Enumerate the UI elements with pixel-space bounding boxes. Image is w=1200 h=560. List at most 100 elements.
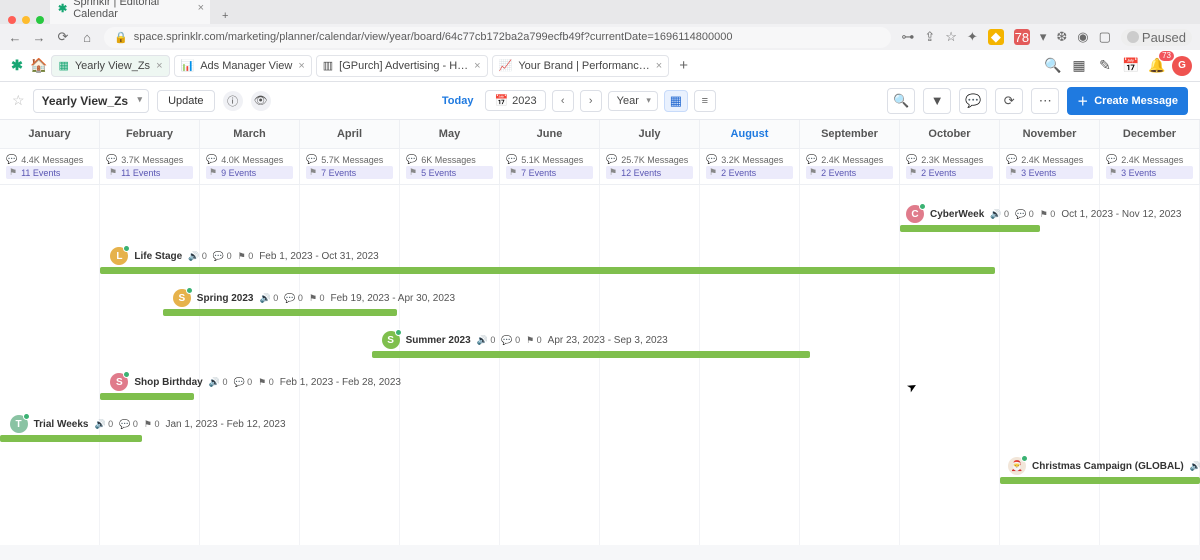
close-icon[interactable]: × <box>198 2 204 14</box>
campaign-name: Shop Birthday <box>134 377 202 388</box>
month-header[interactable]: July <box>600 120 700 149</box>
month-stat-cell: 💬4.4K Messages⚑11 Events <box>0 149 100 185</box>
update-button[interactable]: Update <box>157 90 214 112</box>
today-button[interactable]: Today <box>442 95 474 107</box>
window-max-dot[interactable] <box>36 16 44 24</box>
close-icon[interactable]: × <box>656 60 662 72</box>
month-header[interactable]: November <box>1000 120 1100 149</box>
campaign-meta: 🔊 0💬 0⚑ 0 <box>94 419 159 430</box>
app-tab-ads-manager[interactable]: 📊 Ads Manager View × <box>174 55 312 77</box>
calendar-icon[interactable]: 📅 <box>1120 55 1142 77</box>
month-header[interactable]: August <box>700 120 800 149</box>
campaign-dates: Oct 1, 2023 - Nov 12, 2023 <box>1061 209 1181 220</box>
filter-icon[interactable]: ▼ <box>923 88 951 114</box>
avatar[interactable]: G <box>1172 56 1192 76</box>
app-tab-yearly-view[interactable]: ▦ Yearly View_Zs × <box>51 55 169 77</box>
search-icon[interactable]: 🔍 <box>1042 55 1064 77</box>
create-label: Create Message <box>1094 95 1178 107</box>
scope-selector[interactable]: Year▾ <box>608 91 658 111</box>
campaign-bar-summer[interactable] <box>372 351 810 358</box>
add-tab-button[interactable]: + <box>673 57 694 74</box>
campaign-bar-trial[interactable] <box>0 435 142 442</box>
close-icon[interactable]: × <box>156 60 162 72</box>
profile-avatar-icon <box>1127 31 1139 43</box>
key-icon[interactable]: ⊶ <box>901 29 914 45</box>
campaign-name: Trial Weeks <box>34 419 89 430</box>
update-label: Update <box>168 95 203 107</box>
month-header[interactable]: June <box>500 120 600 149</box>
campaign-row-lifestage[interactable]: LLife Stage🔊 0💬 0⚑ 0Feb 1, 2023 - Oct 31… <box>110 247 378 265</box>
compose-icon[interactable]: ✎ <box>1094 55 1116 77</box>
campaign-meta: 🔊 0💬 0⚑ 0 <box>477 335 542 346</box>
campaign-name: CyberWeek <box>930 209 984 220</box>
favorite-icon[interactable]: ☆ <box>12 92 25 109</box>
campaign-row-summer[interactable]: SSummer 2023🔊 0💬 0⚑ 0Apr 23, 2023 - Sep … <box>382 331 668 349</box>
ext-icon[interactable]: 78 <box>1014 29 1030 45</box>
share-icon[interactable]: ⇪ <box>924 29 935 45</box>
notifications-icon[interactable]: 🔔73 <box>1146 55 1168 77</box>
month-header[interactable]: February <box>100 120 200 149</box>
month-header[interactable]: January <box>0 120 100 149</box>
more-icon[interactable]: ⋯ <box>1031 88 1059 114</box>
app-tab-gpurch[interactable]: ▥ [GPurch] Advertising - H… × <box>316 55 488 77</box>
window-min-dot[interactable] <box>22 16 30 24</box>
campaign-dates: Jan 1, 2023 - Feb 12, 2023 <box>165 419 285 430</box>
next-button[interactable]: › <box>580 90 602 112</box>
campaign-name: Summer 2023 <box>406 335 471 346</box>
campaign-row-spring[interactable]: SSpring 2023🔊 0💬 0⚑ 0Feb 19, 2023 - Apr … <box>173 289 455 307</box>
browser-tab[interactable]: ✱ Sprinklr | Editorial Calendar × <box>50 0 210 24</box>
info-icon[interactable]: ⓘ <box>223 91 243 111</box>
ext-icon[interactable]: ◆ <box>988 29 1004 45</box>
campaign-bar-cyberweek[interactable] <box>900 225 1040 232</box>
search-icon[interactable]: 🔍 <box>887 88 915 114</box>
month-header[interactable]: September <box>800 120 900 149</box>
browser-tab-strip: ✱ Sprinklr | Editorial Calendar × + <box>0 0 1200 24</box>
ext-icon[interactable]: ❆ <box>1056 29 1067 45</box>
campaign-row-cyberweek[interactable]: CCyberWeek🔊 0💬 0⚑ 0Oct 1, 2023 - Nov 12,… <box>906 205 1181 223</box>
timeline-area[interactable]: ➤ CCyberWeek🔊 0💬 0⚑ 0Oct 1, 2023 - Nov 1… <box>0 185 1200 545</box>
prev-button[interactable]: ‹ <box>552 90 574 112</box>
month-header[interactable]: October <box>900 120 1000 149</box>
close-icon[interactable]: × <box>474 60 480 72</box>
create-message-button[interactable]: ＋Create Message <box>1067 87 1188 115</box>
calendar-mode-icon[interactable]: ▦ <box>664 90 688 112</box>
address-bar[interactable]: 🔒 space.sprinklr.com/marketing/planner/c… <box>104 27 891 48</box>
app-tab-label: Your Brand | Performanc… <box>518 60 649 72</box>
forward-icon[interactable]: → <box>32 30 46 45</box>
new-tab-button[interactable]: + <box>216 8 234 24</box>
ext-icon[interactable]: ▾ <box>1040 29 1047 45</box>
view-selector[interactable]: Yearly View_Zs <box>33 89 150 113</box>
month-header[interactable]: March <box>200 120 300 149</box>
ext-icon[interactable]: ✦ <box>967 29 978 45</box>
grid-icon[interactable]: ▦ <box>1068 55 1090 77</box>
close-icon[interactable]: × <box>298 60 304 72</box>
sprinklr-logo[interactable]: ✱ <box>8 57 26 75</box>
campaign-row-birthday[interactable]: SShop Birthday🔊 0💬 0⚑ 0Feb 1, 2023 - Feb… <box>110 373 401 391</box>
campaign-bar-birthday[interactable] <box>100 393 194 400</box>
campaign-chip: S <box>110 373 128 391</box>
campaign-row-christmas[interactable]: 🎅Christmas Campaign (GLOBAL)🔊 5 <box>1008 457 1200 475</box>
campaign-bar-lifestage[interactable] <box>100 267 995 274</box>
month-header[interactable]: May <box>400 120 500 149</box>
campaign-row-trial[interactable]: TTrial Weeks🔊 0💬 0⚑ 0Jan 1, 2023 - Feb 1… <box>10 415 286 433</box>
window-close-dot[interactable] <box>8 16 16 24</box>
app-tab-performance[interactable]: 📈 Your Brand | Performanc… × <box>492 55 670 77</box>
month-stat-cell: 💬3.7K Messages⚑11 Events <box>100 149 200 185</box>
refresh-icon[interactable]: ⟳ <box>995 88 1023 114</box>
campaign-bar-spring[interactable] <box>163 309 397 316</box>
reload-icon[interactable]: ⟳ <box>56 29 70 45</box>
month-header[interactable]: April <box>300 120 400 149</box>
year-picker[interactable]: 📅2023 <box>485 90 545 111</box>
home-icon[interactable]: 🏠 <box>30 57 47 74</box>
month-header[interactable]: December <box>1100 120 1200 149</box>
ext-icon[interactable]: ◉ <box>1077 29 1088 45</box>
profile-chip[interactable]: Paused <box>1121 29 1192 46</box>
ext-icon[interactable]: ▢ <box>1099 29 1111 45</box>
back-icon[interactable]: ← <box>8 30 22 45</box>
comment-icon[interactable]: 💬 <box>959 88 987 114</box>
home-icon[interactable]: ⌂ <box>80 30 94 45</box>
settings-toggle-icon[interactable]: ≡ <box>694 90 716 112</box>
visibility-icon[interactable]: 👁 <box>251 91 271 111</box>
star-icon[interactable]: ☆ <box>945 29 957 45</box>
campaign-bar-christmas[interactable] <box>1000 477 1200 484</box>
